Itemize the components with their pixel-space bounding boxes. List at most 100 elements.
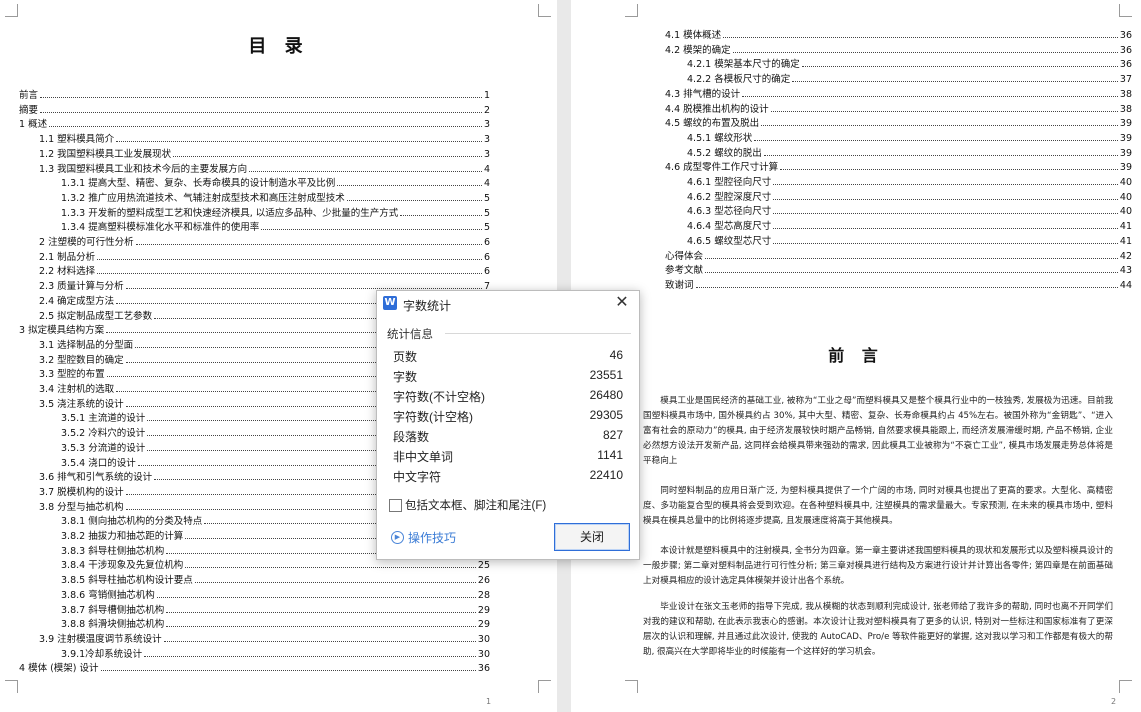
toc-entry-page: 38 [1119, 88, 1132, 100]
toc-leader-dots [135, 244, 482, 245]
toc-entry[interactable]: 4.6 成型零件工作尺寸计算 39 [665, 158, 1132, 173]
toc-entry[interactable]: 4.6.3 型芯径向尺寸 40 [687, 202, 1132, 217]
toc-entry-title: 4.6.2 型腔深度尺寸 [687, 191, 772, 203]
toc-entry[interactable]: 1.3.2 推广应用热流道技术、气辅注射成型技术和高压注射成型技术 5 [61, 189, 490, 204]
toc-leader-dots [754, 139, 1118, 141]
toc-entry[interactable]: 4.6.1 型腔径向尺寸 40 [687, 173, 1132, 188]
toc-entry-page: 30 [477, 648, 490, 660]
toc-entry-page: 39 [1119, 162, 1132, 174]
toc-entry[interactable]: 1.3 我国塑料模具工业和技术今后的主要发展方向 4 [39, 160, 490, 175]
toc-entry[interactable]: 致谢词 44 [665, 276, 1132, 291]
toc-entry-title: 1.3.2 推广应用热流道技术、气辅注射成型技术和高压注射成型技术 [61, 192, 345, 204]
stat-row: 页数 46 [393, 348, 623, 366]
stat-label: 段落数 [393, 430, 430, 444]
toc-entry-title: 4.6.3 型芯径向尺寸 [687, 206, 772, 218]
toc-leader-dots [346, 199, 482, 201]
toc-leader-dots [249, 170, 482, 172]
toc-leader-dots [705, 257, 1118, 259]
toc-entry[interactable]: 2.2 材料选择 6 [39, 262, 490, 277]
toc-entry[interactable]: 4.4 脱模推出机构的设计 38 [665, 100, 1132, 115]
preface-title: 前 言 [828, 346, 884, 365]
toc-entry[interactable]: 1.3.3 开发新的塑料成型工艺和快速经济模具, 以适应多品种、少批量的生产方式… [61, 204, 490, 219]
toc-entry-page: 36 [477, 663, 490, 675]
toc-entry-title: 3.7 脱模机构的设计 [39, 486, 124, 498]
preface-paragraph: 毕业设计在张文玉老师的指导下完成, 我从模糊的状态到顺利完成设计, 张老师给了我… [643, 602, 1113, 657]
toc-entry[interactable]: 1.2 我国塑料模具工业发展现状 3 [39, 145, 490, 160]
toc-entry[interactable]: 1.1 塑料模具简介 3 [39, 130, 490, 145]
toc-entry[interactable]: 4 模体 (模架) 设计 36 [19, 659, 490, 674]
toc-entry[interactable]: 4.6.2 型腔深度尺寸 40 [687, 188, 1132, 203]
toc-entry[interactable]: 4.3 排气槽的设计 38 [665, 85, 1132, 100]
toc-entry[interactable]: 3.8.8 斜滑块侧抽芯机构 29 [61, 615, 490, 630]
include-textbox-footnote-checkbox[interactable] [389, 499, 402, 512]
toc-entry-page: 6 [483, 266, 490, 278]
toc-entry-title: 4.6 成型零件工作尺寸计算 [665, 162, 779, 174]
stat-value: 827 [602, 428, 623, 442]
toc-entry-page: 4 [483, 178, 490, 190]
toc-entry-title: 1.3.3 开发新的塑料成型工艺和快速经济模具, 以适应多品种、少批量的生产方式 [61, 207, 399, 219]
toc-entry-title: 3.6 排气和引气系统的设计 [39, 472, 153, 484]
toc-entry[interactable]: 4.5.1 螺纹形状 39 [687, 129, 1132, 144]
close-button[interactable]: 关闭 [554, 523, 630, 551]
close-icon[interactable]: ✕ [613, 294, 631, 312]
toc-entry[interactable]: 4.1 模体概述 36 [665, 26, 1132, 41]
toc-entry-page: 42 [1119, 250, 1132, 262]
toc-entry-page: 3 [483, 119, 490, 131]
toc-entry[interactable]: 3.8.6 弯销侧抽芯机构 28 [61, 586, 490, 601]
include-textbox-footnote-label[interactable]: 包括文本框、脚注和尾注(F) [405, 497, 546, 513]
stat-value: 46 [609, 348, 623, 362]
toc-entry[interactable]: 4.6.4 型芯高度尺寸 41 [687, 217, 1132, 232]
stat-value: 23551 [589, 368, 623, 382]
stat-row: 中文字符 22410 [393, 468, 623, 486]
toc-entry-title: 3.4 注射机的选取 [39, 384, 115, 395]
toc-entry-page: 44 [1119, 279, 1132, 291]
toc-entry[interactable]: 2.1 制品分析 6 [39, 248, 490, 263]
toc-entry[interactable]: 2 注塑模的可行性分析 6 [39, 233, 490, 248]
crop-mark [625, 680, 638, 693]
wps-writer-icon: W [383, 296, 397, 310]
toc-entry[interactable]: 4.2.2 各模板尺寸的确定 37 [687, 70, 1132, 85]
toc-entry[interactable]: 摘要 2 [19, 101, 490, 116]
toc-entry-title: 4.6.5 螺纹型芯尺寸 [687, 235, 772, 247]
toc-entry[interactable]: 3.8.7 斜导槽侧抽芯机构 29 [61, 601, 490, 616]
toc-entry[interactable]: 心得体会 42 [665, 247, 1132, 262]
toc-leader-dots [163, 640, 476, 642]
toc-entry[interactable]: 4.2.1 模架基本尺寸的确定 36 [687, 55, 1132, 70]
word-count-dialog: W 字数统计 ✕ 统计信息 页数 46 字数 23551 字符数(不计空格) 26480 字… [376, 290, 640, 560]
toc-leader-dots [97, 258, 482, 260]
crop-mark [538, 4, 551, 17]
toc-entry-title: 3.2 型腔数目的确定 [39, 354, 124, 366]
tips-link[interactable]: 操作技巧 [408, 529, 456, 546]
toc-entry[interactable]: 1.3.1 提高大型、精密、复杂、长寿命模具的设计制造水平及比例 4 [61, 174, 490, 189]
toc-leader-dots [732, 51, 1118, 53]
toc-entry-page: 29 [477, 604, 490, 616]
toc-entry-title: 3.5.4 浇口的设计 [61, 457, 136, 469]
crop-mark [1119, 680, 1132, 693]
toc-leader-dots [166, 626, 476, 628]
toc-entry-page: 40 [1119, 177, 1132, 188]
toc-entry-page: 26 [477, 575, 490, 587]
dialog-title-bar[interactable]: W 字数统计 ✕ [377, 291, 639, 319]
toc-entry[interactable]: 前言 1 [19, 86, 490, 101]
toc-entry[interactable]: 3.9.1冷却系统设计 30 [61, 645, 490, 660]
stat-row: 非中文单词 1141 [393, 448, 623, 466]
toc-entry[interactable]: 3.8.5 斜导柱抽芯机构设计要点 26 [61, 571, 490, 586]
toc-entry-title: 4.3 排气槽的设计 [665, 88, 741, 100]
section-divider [445, 333, 631, 334]
toc-entry[interactable]: 1 概述 3 [19, 115, 490, 130]
toc-entry[interactable]: 4.6.5 螺纹型芯尺寸 41 [687, 232, 1132, 247]
play-circle-icon[interactable]: ▶ [391, 531, 404, 544]
toc-entry[interactable]: 参考文献 43 [665, 261, 1132, 276]
toc-entry[interactable]: 4.5.2 螺纹的脱出 39 [687, 144, 1132, 159]
toc-leader-dots [773, 184, 1118, 185]
toc-entry-title: 2.2 材料选择 [39, 266, 96, 278]
toc-entry[interactable]: 3.9 注射模温度调节系统设计 30 [39, 630, 490, 645]
toc-entry[interactable]: 4.5 螺纹的布置及脱出 39 [665, 114, 1132, 129]
toc-entry[interactable]: 4.2 模架的确定 36 [665, 41, 1132, 56]
toc-leader-dots [116, 141, 482, 143]
toc-leader-dots [185, 567, 476, 569]
toc-entry[interactable]: 1.3.4 提高塑料模标准化水平和标准件的使用率 5 [61, 218, 490, 233]
stat-value: 22410 [589, 468, 623, 482]
toc-leader-dots [763, 154, 1118, 156]
toc-entry-title: 4.4 脱模推出机构的设计 [665, 103, 769, 115]
